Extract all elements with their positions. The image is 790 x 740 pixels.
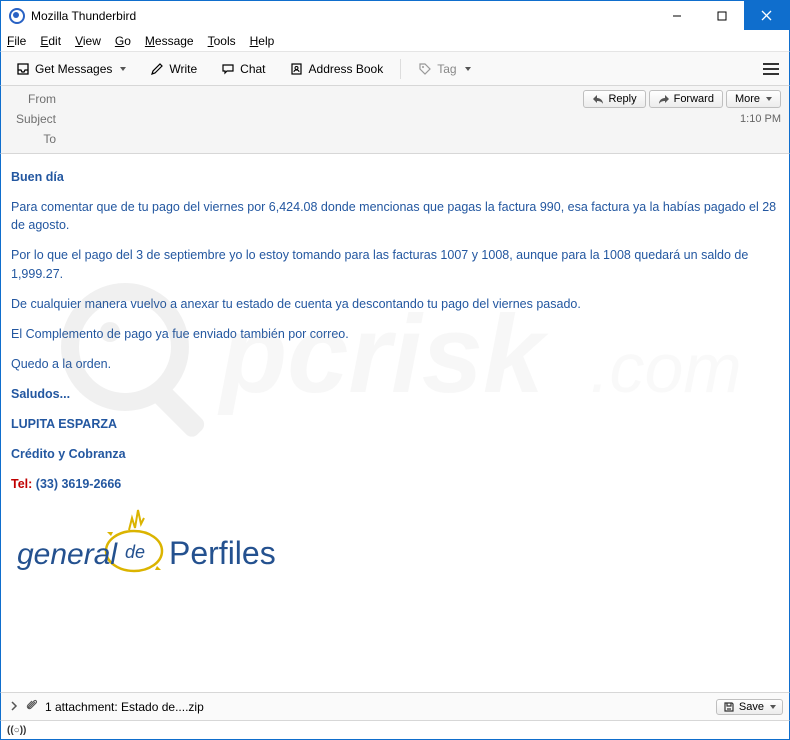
get-messages-button[interactable]: Get Messages [7,57,135,81]
body-paragraph: El Complemento de pago ya fue enviado ta… [11,325,779,343]
signature-name: LUPITA ESPARZA [11,415,779,433]
from-label: From [9,92,64,106]
svg-text:de: de [125,542,145,562]
menu-help[interactable]: Help [250,34,275,48]
thunderbird-icon [9,8,25,24]
pencil-icon [150,62,164,76]
message-body: Buen día Para comentar que de tu pago de… [0,154,790,692]
message-time: 1:10 PM [740,113,781,125]
status-bar: ((○)) [0,720,790,740]
attachment-bar: 1 attachment: Estado de....zip Save [0,692,790,720]
menu-file[interactable]: File [7,34,26,48]
to-label: To [9,132,64,146]
maximize-button[interactable] [699,1,744,30]
greeting: Buen día [11,168,779,186]
forward-button[interactable]: Forward [649,90,723,108]
save-icon [723,701,735,713]
minimize-button[interactable] [654,1,699,30]
signature-logo: general de Perfiles [11,506,291,586]
menu-message[interactable]: Message [145,34,194,48]
write-button[interactable]: Write [141,57,206,81]
body-paragraph: Para comentar que de tu pago del viernes… [11,198,779,234]
inbox-icon [16,62,30,76]
body-paragraph: Quedo a la orden. [11,355,779,373]
address-book-button[interactable]: Address Book [281,57,393,81]
menu-tools[interactable]: Tools [208,34,236,48]
svg-text:Perfiles: Perfiles [169,535,276,571]
window-title: Mozilla Thunderbird [31,9,654,23]
main-toolbar: Get Messages Write Chat Address Book Tag [0,52,790,86]
more-button[interactable]: More [726,90,781,108]
title-bar: Mozilla Thunderbird [0,0,790,30]
tag-icon [418,62,432,76]
reply-button[interactable]: Reply [583,90,645,108]
signature-salutation: Saludos... [11,385,779,403]
signature-dept: Crédito y Cobranza [11,445,779,463]
activity-indicator-icon: ((○)) [7,725,26,736]
expand-attachments-button[interactable] [7,700,21,714]
close-button[interactable] [744,1,789,30]
app-menu-button[interactable] [759,59,783,79]
menu-bar: File Edit View Go Message Tools Help [0,30,790,52]
tag-button[interactable]: Tag [409,57,479,81]
attachment-text[interactable]: 1 attachment: Estado de....zip [45,700,204,714]
menu-go[interactable]: Go [115,34,131,48]
menu-view[interactable]: View [75,34,101,48]
body-paragraph: De cualquier manera vuelvo a anexar tu e… [11,295,779,313]
chat-icon [221,62,235,76]
message-header: From Reply Forward More Subject 1:10 PM … [0,86,790,154]
address-book-icon [290,62,304,76]
save-attachment-button[interactable]: Save [716,699,783,715]
svg-text:general: general [17,538,118,571]
paperclip-icon [25,698,39,715]
body-paragraph: Por lo que el pago del 3 de septiembre y… [11,246,779,282]
menu-edit[interactable]: Edit [40,34,61,48]
chat-button[interactable]: Chat [212,57,274,81]
signature-tel: Tel: (33) 3619-2666 [11,475,779,493]
toolbar-separator [400,59,401,79]
subject-label: Subject [9,112,64,126]
